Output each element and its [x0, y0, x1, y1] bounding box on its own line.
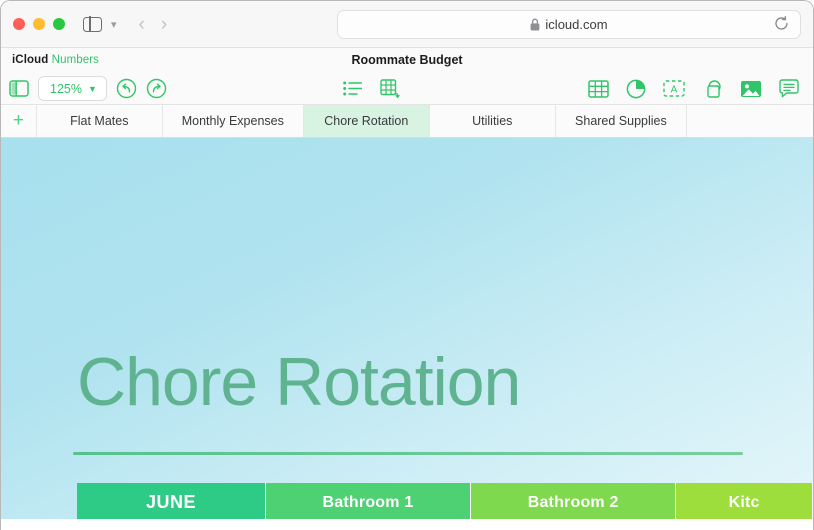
navigation-buttons: ‹ ›: [139, 15, 168, 34]
chart-icon: [626, 79, 646, 98]
table-corner-june-header: JUNE: [77, 483, 266, 519]
chore-rotation-table[interactable]: JUNE Bathroom 1 Bathroom 2 Kitc DATES 1–…: [77, 483, 813, 519]
svg-text:A: A: [671, 84, 678, 95]
group-header-bathroom-1: Bathroom 1: [265, 483, 472, 519]
lock-icon: [531, 18, 540, 31]
page-title: Chore Rotation: [77, 344, 521, 420]
text-box-icon: A: [663, 80, 685, 97]
window-traffic-lights: [13, 18, 65, 30]
sheet-tab-flat-mates[interactable]: Flat Mates: [37, 105, 163, 137]
sidebar-toggle-icon[interactable]: [9, 80, 29, 97]
toolbar-right-group: A: [588, 79, 813, 99]
sheet-tab-empty-area: [687, 105, 813, 137]
toolbar-mid-group: [343, 78, 401, 99]
reload-icon: [775, 15, 788, 30]
url-text: icloud.com: [545, 17, 608, 32]
reload-button[interactable]: [774, 15, 789, 34]
undo-icon: [116, 78, 137, 99]
group-header-kitchen: Kitc: [676, 483, 813, 519]
back-chevron-left-icon[interactable]: ‹: [139, 15, 145, 34]
image-icon: [741, 80, 761, 97]
sidebar-icon: [83, 15, 102, 33]
sheet-tab-chore-rotation[interactable]: Chore Rotation: [303, 105, 430, 137]
comment-icon: [779, 79, 799, 98]
table-group-header-row: JUNE Bathroom 1 Bathroom 2 Kitc: [77, 483, 813, 519]
group-header-bathroom-2: Bathroom 2: [471, 483, 677, 519]
sidebar-toggle-button[interactable]: [83, 15, 102, 33]
document-title: Roommate Budget: [351, 53, 463, 67]
title-divider: [73, 452, 743, 455]
numbers-toolbar: 125% ▼ A: [1, 72, 813, 105]
insert-comment-button[interactable]: [779, 79, 799, 98]
sheet-tab-bar: + Flat Mates Monthly Expenses Chore Rota…: [1, 105, 813, 138]
maximize-button[interactable]: [53, 18, 65, 30]
insert-text-button[interactable]: A: [663, 80, 685, 97]
insert-table-row-icon: [380, 78, 400, 98]
redo-button[interactable]: [146, 78, 167, 99]
redo-icon: [146, 78, 167, 99]
address-bar[interactable]: icloud.com: [337, 10, 801, 39]
format-list-button[interactable]: [343, 81, 362, 96]
tab-overview-chevron-down-icon[interactable]: ▾: [111, 18, 117, 31]
sheet-tab-monthly-expenses[interactable]: Monthly Expenses: [163, 105, 304, 137]
insert-media-button[interactable]: [740, 80, 762, 98]
zoom-level-label: 125%: [50, 81, 82, 96]
sheet-tab-shared-supplies[interactable]: Shared Supplies: [556, 105, 687, 137]
forward-chevron-right-icon[interactable]: ›: [161, 15, 167, 34]
shape-icon: [707, 79, 721, 98]
safari-window: ▾ ‹ › icloud.com iCloud Numbers Roommate…: [0, 0, 814, 530]
toolbar-left-group: 125% ▼: [1, 76, 167, 101]
insert-table-button[interactable]: [380, 78, 401, 99]
add-sheet-button[interactable]: +: [1, 105, 37, 137]
sheet-tab-utilities[interactable]: Utilities: [430, 105, 556, 137]
table-icon: [588, 79, 609, 98]
insert-table-button-2[interactable]: [588, 79, 609, 98]
close-button[interactable]: [13, 18, 25, 30]
insert-shape-button[interactable]: [702, 79, 723, 99]
spreadsheet-canvas[interactable]: Chore Rotation JUNE Bathroom 1 Bathroom …: [1, 138, 813, 519]
numbers-app-bar: iCloud Numbers Roommate Budget 125% ▼ A: [1, 48, 813, 105]
zoom-dropdown[interactable]: 125% ▼: [38, 76, 107, 101]
sidebar-panel-icon: [9, 80, 29, 97]
undo-button[interactable]: [116, 78, 137, 99]
browser-toolbar: ▾ ‹ › icloud.com: [1, 1, 813, 48]
chevron-down-icon: ▼: [87, 83, 97, 94]
format-list-icon: [343, 81, 362, 96]
insert-chart-button[interactable]: [626, 79, 646, 99]
minimize-button[interactable]: [33, 18, 45, 30]
